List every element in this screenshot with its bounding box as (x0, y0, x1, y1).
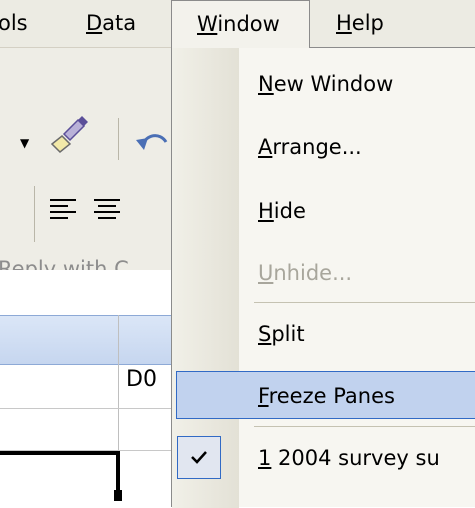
menu-separator (254, 426, 475, 427)
menu-data[interactable]: Data (86, 0, 136, 47)
cell-value[interactable]: D0 (126, 367, 157, 392)
toolbar-separator (34, 186, 35, 242)
menu-item-hide[interactable]: Hide (172, 186, 475, 236)
menu-item-new-window[interactable]: New Window (172, 59, 475, 109)
column-header-row[interactable] (0, 315, 175, 365)
dropdown-arrow-icon[interactable]: ▼ (20, 136, 29, 150)
align-center-icon[interactable] (92, 196, 124, 230)
row-gridline (0, 408, 175, 409)
menu-help-label: elp (351, 11, 384, 35)
menu-item-split[interactable]: Split (172, 309, 475, 359)
menu-item-label: 1 2004 survey su (258, 446, 440, 470)
menu-item-label: Unhide... (258, 261, 353, 285)
menu-help[interactable]: Help (336, 0, 384, 47)
menu-item-label: Hide (258, 199, 306, 223)
menu-window[interactable]: Window (171, 0, 310, 48)
toolbar-separator (118, 118, 119, 160)
menu-bar: ols Data Window Help (0, 0, 475, 48)
menu-separator (254, 302, 475, 303)
menu-window-label: indow (217, 12, 280, 36)
selected-range-border (0, 451, 120, 501)
sheet-blank-area (0, 270, 175, 315)
menu-tools-label: ols (0, 11, 28, 35)
menu-item-freeze-panes[interactable]: Freeze Panes (172, 371, 475, 421)
checkmark-icon (191, 451, 207, 464)
menu-item-label: Split (258, 322, 305, 346)
menu-item-label: Freeze Panes (258, 384, 395, 408)
menu-tools[interactable]: ols (0, 0, 28, 47)
menu-data-mnemonic: D (86, 11, 103, 35)
toolbar: ▼ Reply with C (0, 48, 175, 281)
undo-icon[interactable] (134, 124, 174, 160)
menu-item-label: New Window (258, 72, 394, 96)
align-left-icon[interactable] (48, 196, 80, 230)
fill-handle[interactable] (114, 490, 122, 501)
menu-item-unhide: Unhide... (172, 248, 475, 298)
check-mark-box (177, 436, 221, 479)
menu-data-label: ata (102, 11, 137, 35)
menu-help-mnemonic: H (336, 11, 352, 35)
menu-item-label: Arrange... (258, 135, 362, 159)
menu-item-arrange[interactable]: Arrange... (172, 122, 475, 172)
menu-window-mnemonic: W (197, 12, 218, 36)
window-menu-dropdown: New Window Arrange... Hide Unhide... Spl… (171, 47, 475, 508)
format-painter-icon[interactable] (48, 114, 90, 160)
menu-item-recent-window-1[interactable]: 1 2004 survey su (172, 433, 475, 483)
